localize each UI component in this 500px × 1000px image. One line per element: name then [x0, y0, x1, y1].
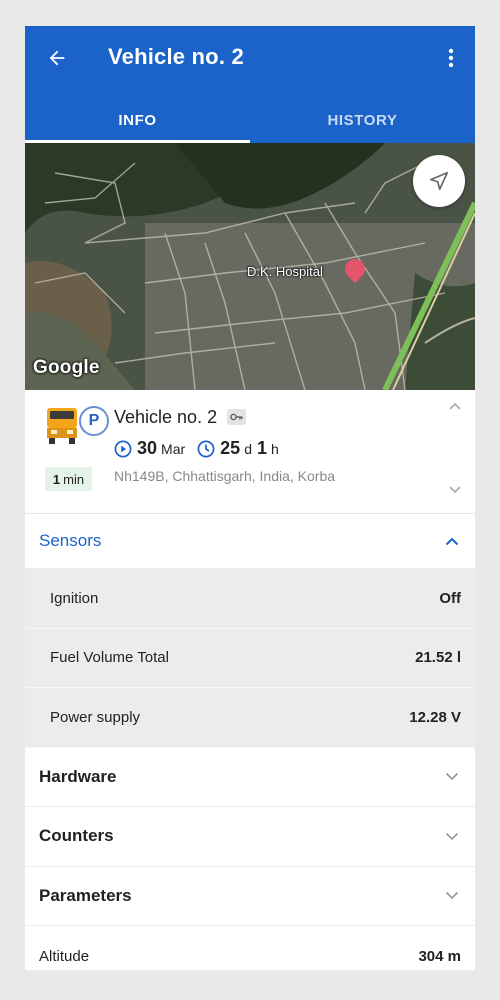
clock-icon [197, 440, 215, 457]
sensors-section-header[interactable]: Sensors [25, 514, 475, 569]
sensor-row-fuel-volume[interactable]: Fuel Volume Total 21.52 l [25, 629, 475, 688]
vehicle-address: Nh149B, Chhattisgarh, India, Korba [114, 468, 336, 484]
vehicle-stats: 30 Mar 25 d 1 h [114, 438, 279, 459]
more-vert-icon [448, 48, 454, 68]
tab-bar: INFO HISTORY [25, 98, 475, 143]
sensor-row-ignition[interactable]: Ignition Off [25, 569, 475, 629]
sensor-row-power-supply[interactable]: Power supply 12.28 V [25, 688, 475, 748]
duration-days-unit: d [244, 440, 252, 457]
sensor-label: Power supply [50, 708, 141, 726]
chevron-up-icon [445, 537, 459, 545]
date-day: 30 [137, 438, 158, 458]
section-label: Counters [39, 826, 114, 846]
navigation-arrow-icon [429, 171, 449, 191]
hardware-section-header[interactable]: Hardware [25, 748, 475, 807]
chevron-down-icon [445, 832, 459, 840]
sensor-value: Off [439, 589, 461, 607]
map-place-label: D.K. Hospital [247, 264, 323, 279]
map-view[interactable]: D.K. Hospital Google [25, 143, 475, 390]
section-label: Hardware [39, 766, 117, 786]
parking-status-badge: P [79, 406, 109, 436]
vehicle-name: Vehicle no. 2 [114, 407, 218, 427]
vehicle-summary-card[interactable]: P 1 min Vehicle no. 2 30 Mar 25 d 1 h Nh… [25, 390, 475, 514]
altitude-label: Altitude [39, 947, 90, 965]
counters-section-header[interactable]: Counters [25, 807, 475, 867]
google-logo: Google [33, 357, 100, 378]
sensor-list: Ignition Off Fuel Volume Total 21.52 l P… [25, 569, 475, 748]
app-screen: Vehicle no. 2 INFO HISTORY D.K. Hospital… [25, 26, 475, 970]
play-circle-icon [114, 440, 132, 457]
section-label: Parameters [39, 885, 132, 905]
chevron-down-icon [445, 892, 459, 900]
date-month: Mar [161, 440, 186, 457]
last-update-badge: 1 min [45, 467, 92, 491]
arrow-left-icon [49, 50, 65, 66]
duration-hours-unit: h [271, 440, 279, 457]
key-icon [227, 409, 246, 425]
chevron-down-icon[interactable] [449, 486, 461, 494]
parameters-section-header[interactable]: Parameters [25, 867, 475, 926]
chevron-down-icon [445, 773, 459, 781]
altitude-row: Altitude 304 m [25, 926, 475, 970]
locate-button[interactable] [413, 155, 465, 207]
sensor-value: 12.28 V [409, 708, 461, 726]
more-options-button[interactable] [439, 42, 463, 74]
back-button[interactable] [37, 42, 77, 74]
duration-hours: 1 [256, 438, 267, 458]
chevron-up-icon[interactable] [449, 402, 461, 410]
sensors-title: Sensors [39, 531, 102, 550]
sensor-value: 21.52 l [415, 649, 461, 667]
sensor-label: Fuel Volume Total [50, 649, 169, 667]
tab-history[interactable]: HISTORY [250, 98, 475, 143]
last-update-unit: min [63, 471, 85, 487]
duration-days: 25 [220, 438, 241, 458]
page-title: Vehicle no. 2 [108, 44, 244, 69]
altitude-value: 304 m [418, 947, 461, 965]
sensor-label: Ignition [50, 589, 99, 607]
last-update-value: 1 [52, 471, 61, 487]
tab-info[interactable]: INFO [25, 98, 250, 143]
app-bar: Vehicle no. 2 INFO HISTORY [25, 26, 475, 143]
